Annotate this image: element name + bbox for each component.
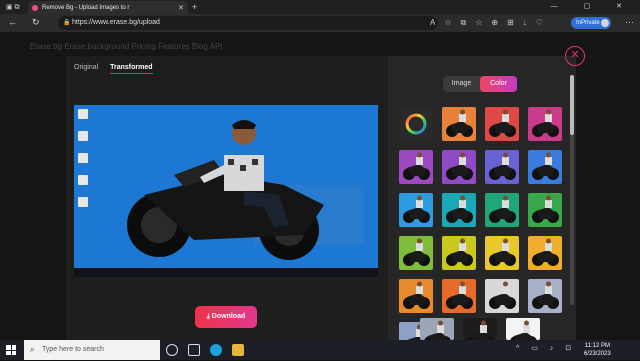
- edge-icon[interactable]: [210, 344, 222, 356]
- tab-close-icon[interactable]: ✕: [178, 4, 184, 12]
- file-explorer-icon[interactable]: [232, 344, 244, 356]
- tab-bar: ▣ ⧉ Remove Bg - Upload Images to r ✕ + —…: [0, 0, 640, 14]
- inprivate-button[interactable]: InPrivate: [571, 17, 611, 29]
- color-swatch[interactable]: [485, 193, 519, 227]
- tab-original[interactable]: Original: [74, 64, 98, 74]
- color-swatch[interactable]: [528, 193, 562, 227]
- color-swatch[interactable]: [442, 193, 476, 227]
- browser-tab[interactable]: Remove Bg - Upload Images to r ✕: [28, 1, 188, 14]
- color-swatch[interactable]: [528, 279, 562, 313]
- address-bar: ← ↻ 🔒 https://www.erase.bg/upload A☆⧉☆⊕⊞…: [0, 14, 640, 32]
- toolbar-icons[interactable]: A☆⧉☆⊕⊞↓♡: [430, 18, 552, 28]
- desktop-icons: [78, 109, 88, 219]
- toggle-image[interactable]: Image: [443, 76, 480, 92]
- taskbar-clock[interactable]: 11:12 PM 6/23/2023: [584, 342, 611, 358]
- panel-scrollbar[interactable]: [570, 75, 574, 305]
- color-swatch[interactable]: [442, 236, 476, 270]
- more-options-icon[interactable]: ⋯: [625, 17, 634, 28]
- color-swatch[interactable]: [442, 107, 476, 141]
- windows-taskbar: ⌕ Type here to search ^ ▭ ♪ ⊡ 11:12 PM 6…: [0, 340, 640, 360]
- refresh-icon[interactable]: ↻: [32, 17, 40, 28]
- preview-taskbar: [74, 268, 378, 277]
- download-button[interactable]: ⤓ Download: [195, 306, 257, 328]
- url-text: https://www.erase.bg/upload: [72, 19, 160, 26]
- color-swatch[interactable]: [528, 107, 562, 141]
- system-tray-icons[interactable]: ^ ▭ ♪ ⊡: [516, 344, 576, 352]
- color-swatch[interactable]: [442, 150, 476, 184]
- url-field[interactable]: 🔒 https://www.erase.bg/upload: [58, 16, 438, 30]
- color-swatch[interactable]: [485, 236, 519, 270]
- motorcycle-rider-image: [127, 120, 364, 260]
- color-swatch[interactable]: [528, 236, 562, 270]
- lock-icon: 🔒: [63, 20, 71, 26]
- scrollbar-thumb[interactable]: [570, 75, 574, 135]
- color-swatch[interactable]: [399, 193, 433, 227]
- color-swatch[interactable]: [485, 107, 519, 141]
- clock-date: 6/23/2023: [584, 351, 611, 357]
- background-nav: Erase.bg Erase.background Pricing Featur…: [30, 42, 223, 51]
- clock-time: 11:12 PM: [584, 343, 610, 349]
- color-swatch[interactable]: [528, 150, 562, 184]
- toggle-color[interactable]: Color: [480, 76, 517, 92]
- color-swatch[interactable]: [485, 279, 519, 313]
- new-tab-button[interactable]: +: [192, 2, 197, 12]
- browser-window: ▣ ⧉ Remove Bg - Upload Images to r ✕ + —…: [0, 0, 640, 356]
- color-swatch[interactable]: [399, 236, 433, 270]
- search-placeholder: Type here to search: [42, 346, 104, 353]
- windows-start-icon[interactable]: [6, 345, 16, 355]
- image-background-thumbnail[interactable]: [506, 318, 540, 348]
- close-modal-button[interactable]: ✕: [565, 46, 585, 66]
- tab-title: Remove Bg - Upload Images to r: [42, 4, 130, 11]
- color-swatch[interactable]: [485, 150, 519, 184]
- color-picker-wheel-icon[interactable]: [399, 107, 433, 141]
- view-tabs: Original Transformed: [74, 64, 153, 74]
- download-label: Download: [211, 313, 246, 320]
- task-view-icon[interactable]: [188, 344, 200, 356]
- color-swatch[interactable]: [399, 279, 433, 313]
- profile-avatar: [601, 19, 609, 27]
- search-icon: ⌕: [30, 345, 35, 354]
- transformed-image-preview: [74, 105, 378, 277]
- tab-actions-icon[interactable]: ▣ ⧉: [6, 3, 20, 12]
- image-background-thumbnail[interactable]: [420, 318, 454, 348]
- inprivate-label: InPrivate: [576, 20, 600, 26]
- taskbar-apps: [166, 344, 244, 356]
- tab-transformed[interactable]: Transformed: [110, 64, 153, 74]
- image-background-thumbnail[interactable]: [463, 318, 497, 348]
- color-swatch[interactable]: [399, 150, 433, 184]
- erase-bg-favicon-icon: [32, 4, 38, 11]
- color-swatch[interactable]: [442, 279, 476, 313]
- background-type-toggle: Image Color: [443, 76, 517, 92]
- window-controls[interactable]: — ▢ ✕: [551, 2, 634, 10]
- taskbar-search-field[interactable]: ⌕ Type here to search: [24, 340, 160, 360]
- back-icon[interactable]: ←: [8, 17, 17, 27]
- cortana-icon[interactable]: [166, 344, 178, 356]
